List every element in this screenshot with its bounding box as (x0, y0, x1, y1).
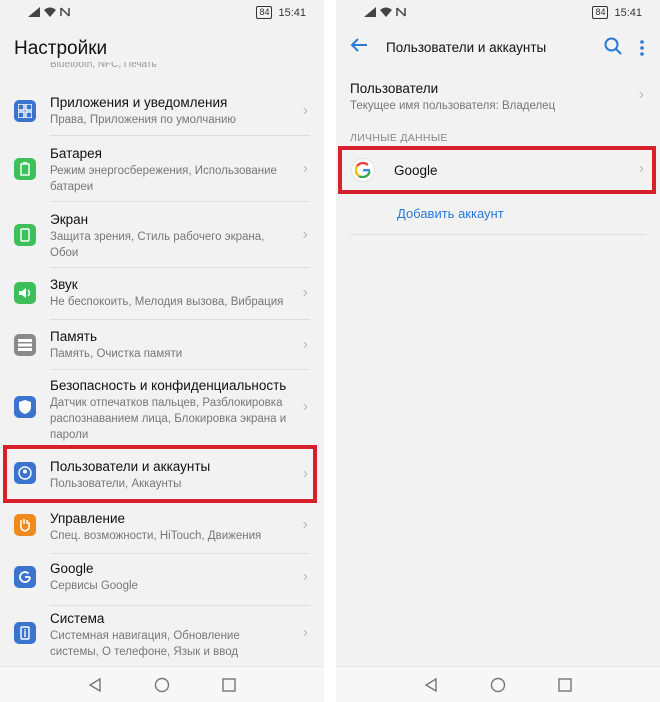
chevron-right-icon: › (302, 568, 308, 585)
item-title: Управление (50, 511, 126, 526)
memory-icon (14, 334, 36, 356)
status-bar: 84 15:41 (0, 0, 324, 26)
item-subtitle: Не беспокоить, Мелодия вызова, Вибрация (50, 296, 284, 308)
users-accounts-screen: 84 15:41 Пользователи и аккаунты Пользов… (336, 0, 660, 702)
item-subtitle: Системная навигация, Обновление системы,… (50, 630, 240, 658)
nfc-icon (396, 7, 406, 17)
chevron-right-icon: › (302, 336, 308, 353)
settings-item-memory[interactable]: Память Память, Очистка памяти › (0, 322, 324, 370)
item-title: Экран (50, 212, 89, 227)
item-subtitle: Сервисы Google (50, 580, 138, 592)
settings-list: Bluetooth, NFC, Печать (0, 62, 324, 76)
info-icon (14, 622, 36, 644)
item-subtitle: Защита зрения, Стиль рабочего экрана, Об… (50, 231, 265, 259)
divider (50, 369, 310, 370)
chevron-right-icon: › (302, 624, 308, 641)
chevron-right-icon: › (302, 226, 308, 243)
home-nav-icon[interactable] (490, 677, 506, 693)
clock: 15:41 (278, 6, 306, 19)
settings-item-sound[interactable]: Звук Не беспокоить, Мелодия вызова, Вибр… (0, 270, 324, 320)
back-nav-icon[interactable] (424, 677, 438, 692)
back-arrow-icon[interactable] (350, 36, 368, 59)
section-header: ЛИЧНЫЕ ДАННЫЕ (350, 132, 448, 144)
navigation-bar (0, 666, 324, 702)
more-options-icon[interactable] (640, 40, 644, 61)
divider (50, 319, 310, 320)
item-title: Звук (50, 277, 78, 292)
battery-indicator: 84 (592, 6, 609, 19)
highlight-box (3, 445, 317, 503)
settings-item-security[interactable]: Безопасность и конфиденциальность Датчик… (0, 372, 324, 444)
settings-item-apps[interactable]: Приложения и уведомления Права, Приложен… (0, 88, 324, 136)
apps-icon (14, 100, 36, 122)
users-title: Пользователи (350, 81, 439, 96)
item-title: Google (50, 561, 94, 576)
settings-screen: 84 15:41 Настройки Bluetooth, NFC, Печат… (0, 0, 324, 702)
divider (50, 267, 310, 268)
search-icon[interactable] (604, 37, 622, 60)
hand-icon (14, 514, 36, 536)
clock: 15:41 (614, 6, 642, 19)
item-title: Батарея (50, 146, 102, 161)
navigation-bar (336, 666, 660, 702)
partial-item-text: Bluetooth, NFC, Печать (50, 62, 157, 70)
item-title: Приложения и уведомления (50, 95, 228, 110)
settings-item-control[interactable]: Управление Спец. возможности, HiTouch, Д… (0, 506, 324, 554)
chevron-right-icon: › (302, 102, 308, 119)
home-nav-icon[interactable] (154, 677, 170, 693)
chevron-right-icon: › (302, 398, 308, 415)
item-title: Система (50, 611, 105, 626)
settings-item-system[interactable]: Система Системная навигация, Обновление … (0, 608, 324, 666)
add-account-link[interactable]: Добавить аккаунт (397, 206, 504, 221)
shield-icon (14, 396, 36, 418)
settings-item-battery[interactable]: Батарея Режим энергосбережения, Использо… (0, 138, 324, 202)
divider (50, 135, 310, 136)
chevron-right-icon: › (302, 516, 308, 533)
chevron-right-icon: › (638, 86, 644, 103)
divider (50, 201, 310, 202)
cell-signal-icon (364, 7, 376, 17)
chevron-right-icon: › (302, 160, 308, 177)
signal-icons (364, 7, 406, 17)
recents-nav-icon[interactable] (558, 677, 572, 692)
page-title: Пользователи и аккаунты (386, 40, 547, 55)
signal-icons (28, 7, 70, 17)
settings-item-google[interactable]: Google Сервисы Google › (0, 556, 324, 606)
item-subtitle: Датчик отпечатков пальцев, Разблокировка… (50, 397, 287, 441)
divider (350, 234, 646, 235)
cell-signal-icon (28, 7, 40, 17)
settings-item-display[interactable]: Экран Защита зрения, Стиль рабочего экра… (0, 204, 324, 268)
back-nav-icon[interactable] (88, 677, 102, 692)
users-row[interactable]: Пользователи Текущее имя пользователя: В… (336, 76, 660, 122)
battery-icon (14, 158, 36, 180)
divider (50, 553, 310, 554)
google-g-icon (14, 566, 36, 588)
recents-nav-icon[interactable] (222, 677, 236, 692)
users-subtitle: Текущее имя пользователя: Владелец (350, 100, 556, 112)
item-title: Память (50, 329, 98, 344)
item-subtitle: Права, Приложения по умолчанию (50, 114, 237, 126)
divider (50, 605, 310, 606)
highlight-box (338, 146, 656, 194)
item-subtitle: Спец. возможности, HiTouch, Движения (50, 530, 262, 542)
item-subtitle: Режим энергосбережения, Использование ба… (50, 165, 277, 193)
page-title: Настройки (14, 38, 108, 59)
item-subtitle: Память, Очистка памяти (50, 348, 183, 360)
app-bar: Пользователи и аккаунты (336, 30, 660, 66)
display-icon (14, 224, 36, 246)
nfc-icon (60, 7, 70, 17)
status-bar: 84 15:41 (336, 0, 660, 26)
wifi-icon (44, 7, 56, 17)
item-title: Безопасность и конфиденциальность (50, 378, 287, 393)
chevron-right-icon: › (302, 284, 308, 301)
sound-icon (14, 282, 36, 304)
wifi-icon (380, 7, 392, 17)
battery-indicator: 84 (256, 6, 273, 19)
